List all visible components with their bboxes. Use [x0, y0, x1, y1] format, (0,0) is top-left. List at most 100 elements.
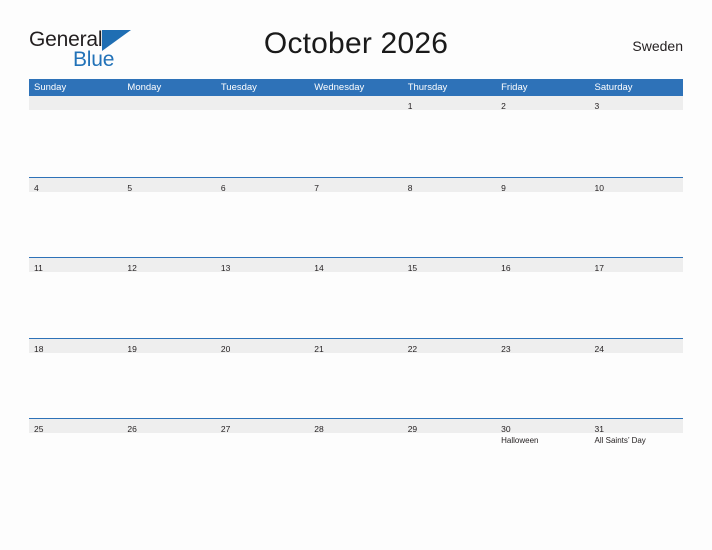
- calendar-day-8[interactable]: 8: [402, 177, 497, 258]
- day-number-band: 26: [122, 419, 216, 434]
- calendar-day-5[interactable]: 5: [122, 177, 216, 258]
- calendar-day-16[interactable]: 16: [496, 258, 590, 338]
- calendar-day-10[interactable]: 10: [589, 177, 683, 258]
- day-number-band: 3: [589, 96, 683, 111]
- day-events: [216, 110, 309, 112]
- calendar-day-15[interactable]: 15: [402, 258, 497, 338]
- calendar-day-1[interactable]: 1: [402, 96, 497, 177]
- weekday-header-thursday: Thursday: [407, 82, 448, 93]
- calendar-day-7[interactable]: 7: [309, 177, 403, 258]
- day-events: [122, 110, 215, 112]
- day-number-band: 14: [309, 258, 403, 273]
- day-number-band: 12: [122, 258, 216, 273]
- day-events: [590, 110, 683, 112]
- day-number-band: 30: [496, 419, 590, 434]
- day-number: 5: [127, 182, 133, 193]
- day-number-band: 9: [496, 177, 590, 193]
- day-number: 27: [220, 424, 231, 434]
- calendar-day-28[interactable]: 28: [309, 419, 403, 499]
- calendar-day-3[interactable]: 3: [589, 96, 683, 177]
- page-title: October 2026: [263, 27, 449, 60]
- day-number: 23: [501, 343, 511, 354]
- calendar-day-empty: [122, 96, 216, 177]
- calendar-day-4[interactable]: 4: [29, 177, 123, 258]
- calendar-day-empty: [215, 96, 310, 177]
- calendar-day-24[interactable]: 24: [589, 338, 683, 419]
- day-number: 8: [407, 182, 413, 193]
- day-number-band: 8: [402, 177, 497, 193]
- day-events: [309, 192, 402, 194]
- day-events: [122, 192, 215, 194]
- calendar-day-22[interactable]: 22: [402, 338, 497, 419]
- day-events: [216, 192, 309, 194]
- weekday-header-wednesday: Wednesday: [314, 82, 365, 93]
- day-number: 10: [594, 182, 604, 193]
- day-number-band: 11: [29, 258, 123, 273]
- day-number: 17: [594, 263, 604, 273]
- calendar-day-13[interactable]: 13: [215, 258, 310, 338]
- day-events: [309, 110, 402, 112]
- day-events: [403, 110, 496, 112]
- calendar-day-empty: [29, 96, 123, 177]
- calendar-day-25[interactable]: 25: [29, 419, 123, 499]
- calendar-day-31[interactable]: 31 All Saints’ Day: [589, 419, 683, 499]
- week-days: 11 12 13 14 15 16 17: [29, 258, 683, 338]
- day-number: 22: [407, 343, 418, 354]
- day-number-band: 18: [29, 338, 123, 354]
- day-number: 4: [34, 182, 39, 193]
- day-number: 21: [314, 343, 324, 354]
- day-number: 6: [220, 182, 226, 193]
- day-number-band: 23: [496, 338, 590, 354]
- day-number-band: 6: [215, 177, 310, 193]
- event-label: Halloween: [501, 436, 539, 445]
- day-number-band: 22: [402, 338, 497, 354]
- weekday-header-friday: Friday: [501, 82, 528, 93]
- calendar-day-26[interactable]: 26: [122, 419, 216, 499]
- calendar-day-30[interactable]: 30 Halloween: [496, 419, 590, 499]
- calendar-day-29[interactable]: 29: [402, 419, 497, 499]
- day-number-band: 1: [402, 96, 497, 111]
- calendar-day-empty: [309, 96, 403, 177]
- day-number-band: 4: [29, 177, 123, 193]
- day-number: 14: [314, 263, 324, 273]
- day-events: [403, 192, 496, 194]
- day-number: 16: [501, 263, 511, 273]
- day-number: 30: [501, 424, 511, 434]
- calendar-day-18[interactable]: 18: [29, 338, 123, 419]
- day-events: All Saints’ Day: [590, 433, 683, 446]
- calendar-week-row: 11 12 13 14 15 16 17: [29, 257, 683, 338]
- day-number-band: [29, 96, 123, 110]
- week-days: 18 19 20 21 22 23 24: [29, 338, 683, 419]
- day-number-band: 10: [589, 177, 683, 193]
- day-number-band: 24: [589, 338, 683, 354]
- calendar-day-2[interactable]: 2: [496, 96, 590, 177]
- calendar-day-11[interactable]: 11: [29, 258, 123, 338]
- day-number-band: 13: [215, 258, 310, 273]
- day-number-band: 29: [402, 419, 497, 434]
- calendar-day-19[interactable]: 19: [122, 338, 216, 419]
- day-number: 9: [501, 182, 506, 193]
- day-number-band: 21: [309, 338, 403, 354]
- calendar-day-20[interactable]: 20: [215, 338, 310, 419]
- day-number: 11: [34, 263, 43, 273]
- day-number-band: 19: [122, 338, 216, 354]
- calendar-day-6[interactable]: 6: [215, 177, 310, 258]
- calendar-day-17[interactable]: 17: [589, 258, 683, 338]
- day-events: [29, 272, 122, 274]
- weekday-header-saturday: Saturday: [594, 82, 633, 93]
- calendar-day-14[interactable]: 14: [309, 258, 403, 338]
- day-number: 2: [501, 101, 506, 111]
- day-number: 13: [220, 263, 231, 273]
- day-events: [29, 110, 122, 112]
- calendar-weeks: 1 2 3 4 5 6 7 8 9 10 11 12 13 14 15 16 17 18 19 20 21 22 23 24 2…: [29, 96, 683, 499]
- day-number-band: 27: [215, 419, 310, 434]
- country-label: Sweden: [632, 38, 683, 54]
- day-number-band: 15: [402, 258, 497, 273]
- calendar-day-23[interactable]: 23: [496, 338, 590, 419]
- calendar-day-21[interactable]: 21: [309, 338, 403, 419]
- day-number-band: 17: [589, 258, 683, 273]
- day-number-band: 16: [496, 258, 590, 273]
- calendar-day-12[interactable]: 12: [122, 258, 216, 338]
- calendar-day-9[interactable]: 9: [496, 177, 590, 258]
- calendar-day-27[interactable]: 27: [215, 419, 310, 499]
